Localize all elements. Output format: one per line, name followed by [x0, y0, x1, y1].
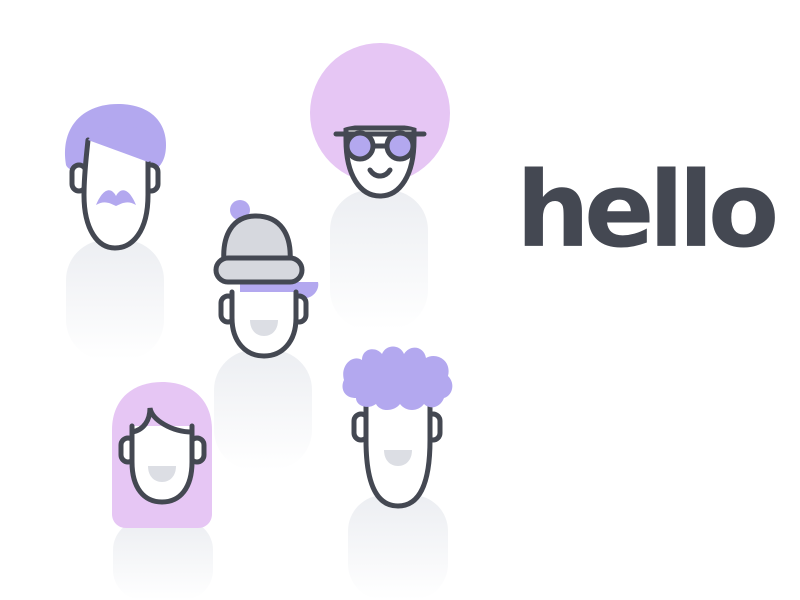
hello-heading: hello — [516, 149, 779, 271]
beanie-brim — [213, 255, 305, 285]
body-shadow — [214, 350, 312, 470]
body-shadow — [330, 190, 428, 330]
body-shadow — [66, 240, 164, 360]
illustration — [64, 43, 453, 600]
character-beanie — [213, 200, 319, 470]
glasses-left-lens — [344, 130, 376, 162]
hair-curly — [342, 346, 453, 410]
character-curly-hair — [342, 346, 453, 600]
body-shadow — [348, 495, 448, 600]
character-afro-glasses — [310, 43, 450, 330]
face-outline — [129, 423, 195, 505]
body-shadow — [113, 520, 213, 600]
character-mustache-man — [64, 104, 166, 360]
beanie-hat — [221, 213, 293, 265]
glasses-right-lens — [384, 130, 416, 162]
character-long-hair — [112, 382, 213, 600]
